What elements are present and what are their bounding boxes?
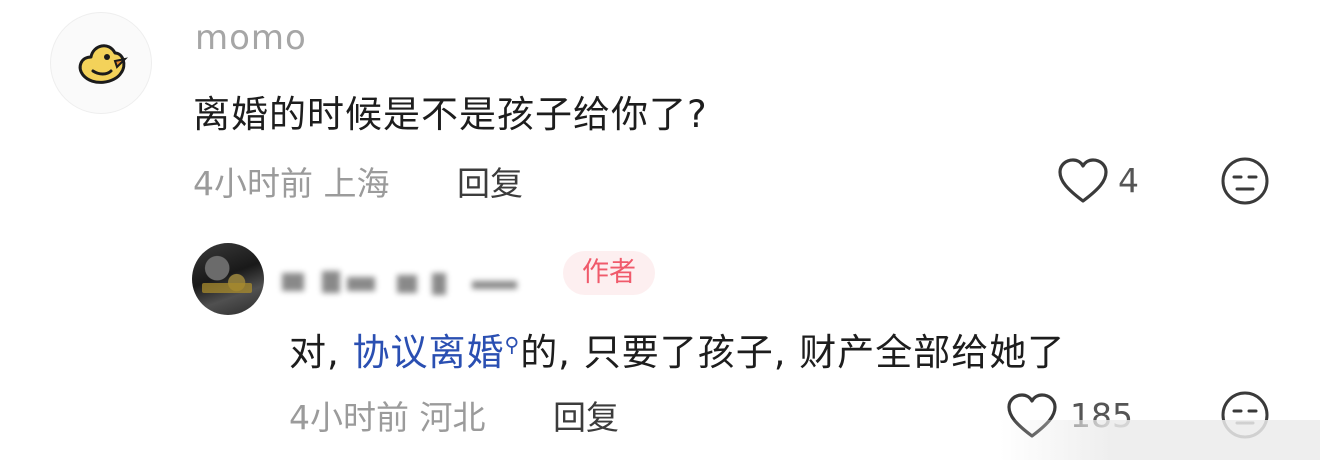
reply-text-end: 的, 只要了孩子, 财产全部给她了 bbox=[520, 331, 1066, 374]
dislike-button[interactable] bbox=[1220, 156, 1270, 206]
author-badge: 作者 bbox=[563, 251, 655, 295]
reply-avatar[interactable] bbox=[192, 243, 264, 315]
timestamp: 4小时前 bbox=[193, 164, 313, 203]
watermark-overlay bbox=[1000, 420, 1320, 460]
comment-meta: 4小时前 上海 bbox=[193, 157, 390, 205]
comment-text: 离婚的时候是不是孩子给你了? bbox=[193, 93, 708, 136]
timestamp: 4小时前 bbox=[289, 398, 409, 437]
username[interactable]: momo bbox=[195, 18, 307, 58]
like-button[interactable] bbox=[1057, 157, 1109, 205]
search-icon[interactable]: ⚲ bbox=[505, 333, 521, 357]
blurred-username[interactable] bbox=[282, 263, 547, 303]
heart-icon bbox=[1058, 158, 1108, 203]
location: 河北 bbox=[419, 398, 486, 437]
avatar[interactable] bbox=[50, 12, 152, 114]
reply-meta: 4小时前 河北 bbox=[289, 391, 486, 439]
reply-button[interactable]: 回复 bbox=[457, 157, 523, 205]
search-keyword-link[interactable]: 协议离婚 bbox=[353, 331, 505, 374]
duck-avatar-icon bbox=[78, 44, 129, 84]
like-count: 4 bbox=[1118, 161, 1139, 200]
location: 上海 bbox=[323, 164, 390, 203]
reply-text: 对, 协议离婚⚲的, 只要了孩子, 财产全部给她了 bbox=[289, 322, 1065, 376]
reply-text-start: 对, bbox=[289, 331, 353, 374]
reply-button[interactable]: 回复 bbox=[553, 391, 619, 439]
meh-face-icon bbox=[1221, 157, 1269, 205]
